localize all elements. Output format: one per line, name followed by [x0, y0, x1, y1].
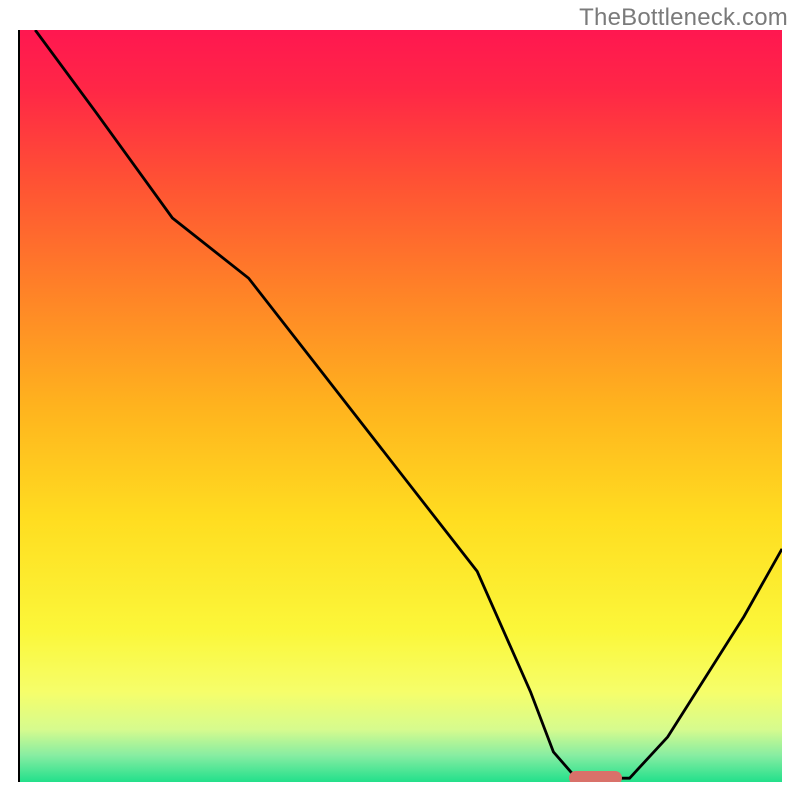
- bottleneck-curve: [20, 30, 782, 782]
- optimum-marker: [569, 771, 622, 782]
- watermark-text: TheBottleneck.com: [579, 4, 788, 32]
- chart-container: TheBottleneck.com: [0, 0, 800, 800]
- plot-area: [20, 30, 782, 782]
